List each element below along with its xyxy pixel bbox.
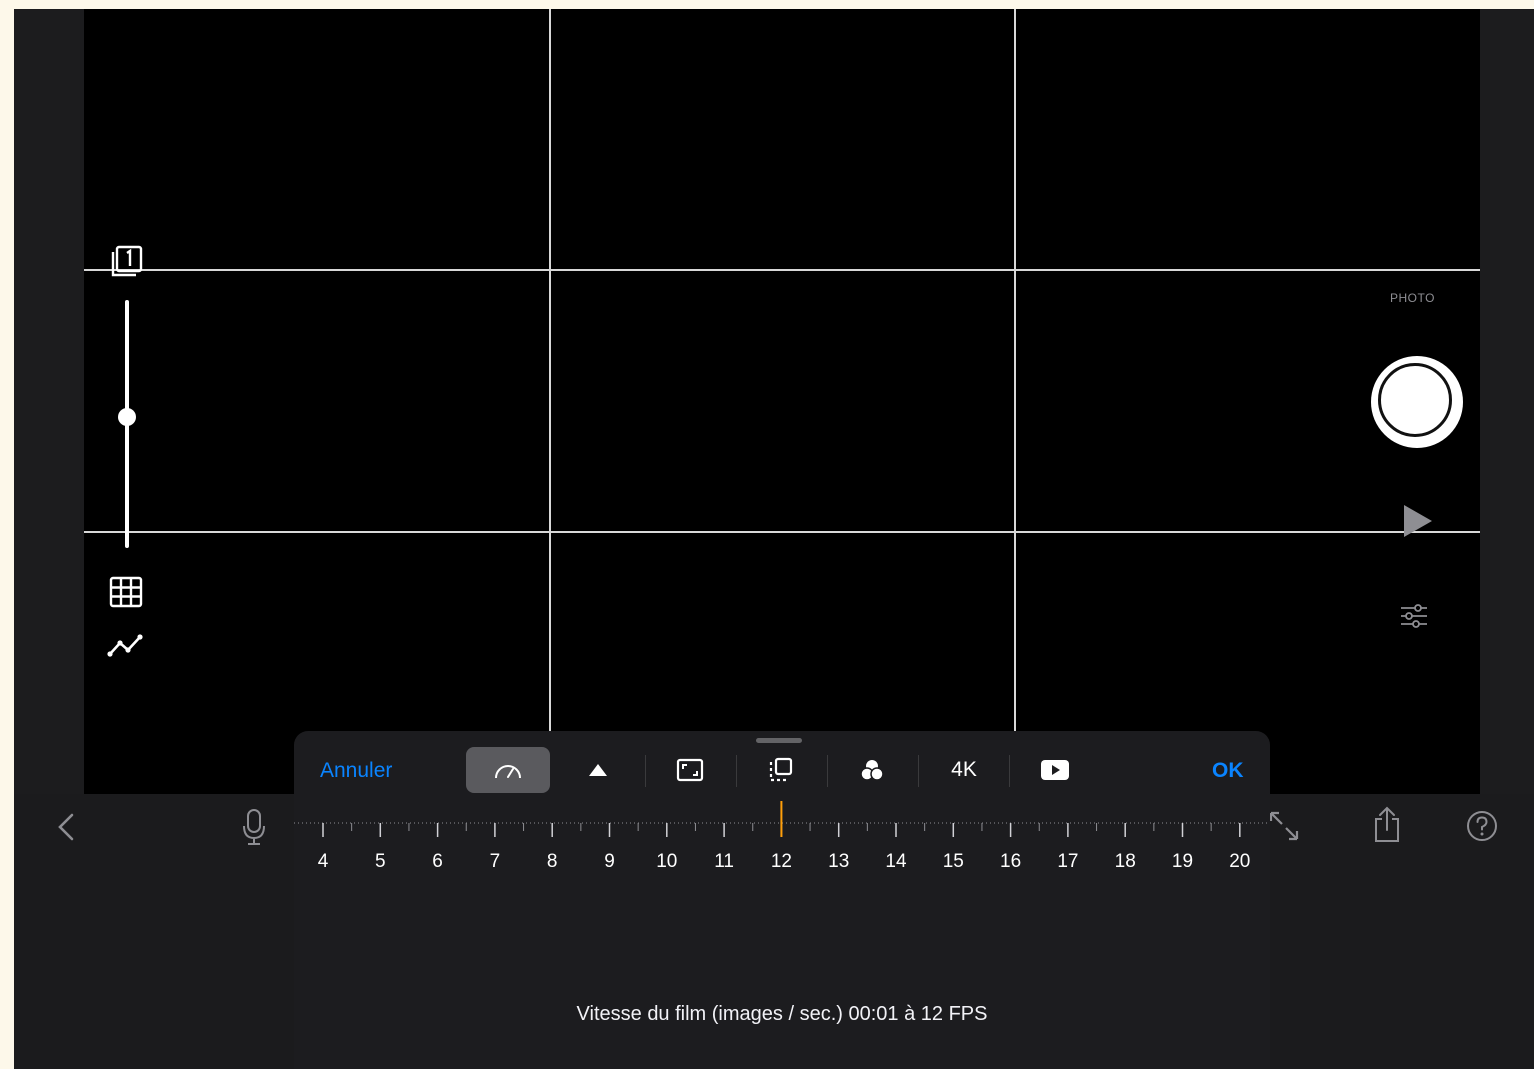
grid-line-vertical bbox=[549, 9, 551, 794]
fps-ruler[interactable]: 4 5 6 7 8 9 10 11 12 13 14 15 16 17 18 19 20 bbox=[294, 799, 1270, 879]
ruler-label: 4 bbox=[318, 851, 329, 872]
ruler-label: 16 bbox=[1000, 851, 1021, 872]
mode-label[interactable]: PHOTO bbox=[1390, 291, 1435, 305]
toolbar-divider bbox=[918, 755, 919, 787]
ruler-label: 5 bbox=[375, 851, 386, 872]
shutter-button[interactable] bbox=[1371, 356, 1463, 448]
play-icon[interactable] bbox=[1400, 503, 1436, 539]
left-gutter bbox=[14, 9, 84, 794]
tab-speed[interactable] bbox=[466, 747, 550, 793]
grid-icon[interactable] bbox=[109, 576, 143, 608]
ruler-label: 15 bbox=[943, 851, 964, 872]
stack-icon bbox=[769, 757, 793, 782]
ruler-label: 10 bbox=[656, 851, 677, 872]
cancel-button[interactable]: Annuler bbox=[320, 759, 392, 783]
toolbar-divider bbox=[827, 755, 828, 787]
right-gutter bbox=[1480, 9, 1534, 794]
tab-stack[interactable] bbox=[761, 747, 801, 793]
ruler-label: 18 bbox=[1115, 851, 1136, 872]
layers-icon[interactable] bbox=[108, 244, 144, 280]
frame-icon bbox=[676, 758, 704, 782]
expand-icon[interactable] bbox=[1268, 810, 1300, 842]
toolbar-divider bbox=[645, 755, 646, 787]
toolbar-divider bbox=[736, 755, 737, 787]
tab-video[interactable] bbox=[1035, 747, 1075, 793]
ruler-label: 13 bbox=[828, 851, 849, 872]
tab-frame[interactable] bbox=[670, 747, 710, 793]
ruler-label: 20 bbox=[1229, 851, 1250, 872]
help-icon[interactable] bbox=[1466, 810, 1498, 842]
color-filter-icon bbox=[860, 760, 884, 781]
ruler-label: 19 bbox=[1172, 851, 1193, 872]
ruler-label: 14 bbox=[885, 851, 907, 872]
viewfinder[interactable] bbox=[84, 9, 1480, 794]
video-play-icon bbox=[1041, 760, 1069, 780]
speedometer-icon bbox=[495, 765, 521, 779]
panel-grabber[interactable] bbox=[756, 738, 802, 743]
fps-caption: Vitesse du film (images / sec.) 00:01 à … bbox=[576, 1003, 988, 1025]
microphone-icon[interactable] bbox=[242, 808, 266, 846]
ruler-label: 11 bbox=[714, 851, 734, 872]
tab-resolution[interactable]: 4K bbox=[939, 747, 989, 793]
graph-icon[interactable] bbox=[107, 632, 145, 660]
tab-triangle[interactable] bbox=[578, 747, 618, 793]
tab-color[interactable] bbox=[852, 747, 892, 793]
share-icon[interactable] bbox=[1372, 806, 1402, 844]
ruler-label: 17 bbox=[1057, 851, 1078, 872]
ruler-label: 9 bbox=[604, 851, 615, 872]
ruler-label: 6 bbox=[432, 851, 443, 872]
grid-line-horizontal bbox=[84, 269, 1480, 271]
shutter-inner-ring bbox=[1378, 363, 1452, 437]
resolution-label: 4K bbox=[951, 758, 977, 781]
ruler-label: 8 bbox=[547, 851, 558, 872]
triangle-icon bbox=[589, 764, 607, 776]
toolbar-divider bbox=[1009, 755, 1010, 787]
sliders-icon[interactable] bbox=[1400, 603, 1428, 629]
grid-line-horizontal bbox=[84, 531, 1480, 533]
ok-button[interactable]: OK bbox=[1212, 759, 1244, 783]
ruler-label: 7 bbox=[490, 851, 501, 872]
movie-settings-panel: Annuler 4K OK 4 5 6 7 8 9 10 11 12 13 14… bbox=[294, 731, 1270, 1069]
exposure-slider-thumb[interactable] bbox=[118, 408, 136, 426]
ruler-label: 12 bbox=[771, 851, 792, 872]
chevron-left-icon[interactable] bbox=[56, 812, 76, 842]
grid-line-vertical bbox=[1014, 9, 1016, 794]
